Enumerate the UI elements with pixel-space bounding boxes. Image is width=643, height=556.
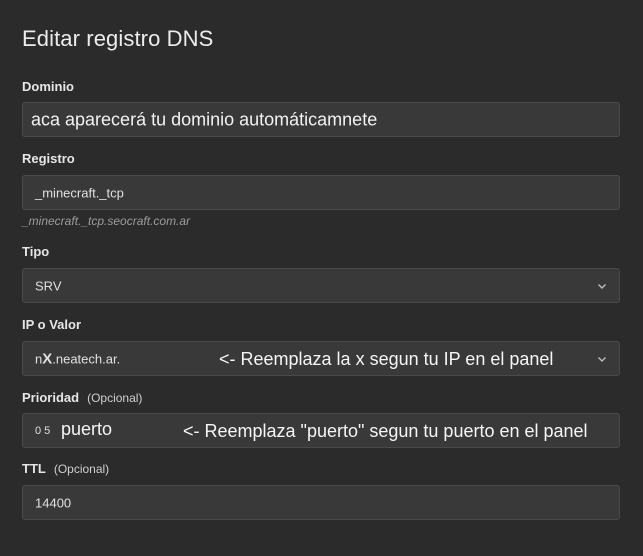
ip-select[interactable]: nX.neatech.ar. <- Reemplaza la x segun t… — [22, 341, 620, 376]
prioridad-label-text: Prioridad — [22, 390, 80, 405]
ip-value: nX.neatech.ar. — [35, 350, 120, 367]
prioridad-label: Prioridad (Opcional) — [22, 390, 142, 405]
ttl-optional: (Opcional) — [53, 462, 110, 476]
dominio-field[interactable]: aca aparecerá tu dominio automáticamnete — [22, 102, 620, 137]
prioridad-value: 0 5 — [35, 424, 51, 437]
tipo-value: SRV — [35, 278, 62, 293]
dominio-value: aca aparecerá tu dominio automáticamnete — [31, 109, 378, 129]
prioridad-overlay: puerto — [61, 419, 113, 439]
page-title: Editar registro DNS — [22, 26, 214, 51]
dominio-label: Dominio — [22, 79, 74, 94]
ttl-label: TTL (Opcional) — [22, 461, 109, 476]
ttl-label-text: TTL — [22, 461, 46, 476]
prioridad-optional: (Opcional) — [87, 391, 143, 405]
ip-label: IP o Valor — [22, 317, 82, 332]
ip-value-x: X — [42, 350, 53, 367]
prioridad-annotation: <- Reemplaza "puerto" segun tu puerto en… — [183, 421, 588, 441]
tipo-select[interactable]: SRV — [22, 268, 620, 303]
ip-annotation: <- Reemplaza la x segun tu IP en el pane… — [219, 349, 554, 369]
prioridad-input[interactable]: 0 5 puerto <- Reemplaza "puerto" segun t… — [22, 413, 620, 448]
registro-value: _minecraft._tcp — [35, 185, 124, 200]
registro-hint: _minecraft._tcp.seocraft.com.ar — [22, 214, 191, 228]
registro-label: Registro — [22, 151, 75, 166]
ip-value-suffix: .neatech.ar. — [52, 351, 121, 366]
ttl-value: 14400 — [35, 495, 72, 510]
ttl-input[interactable]: 14400 — [22, 485, 620, 520]
tipo-label: Tipo — [22, 244, 50, 259]
chevron-down-icon — [598, 356, 606, 362]
chevron-down-icon — [598, 283, 606, 289]
registro-input[interactable]: _minecraft._tcp — [22, 175, 620, 210]
